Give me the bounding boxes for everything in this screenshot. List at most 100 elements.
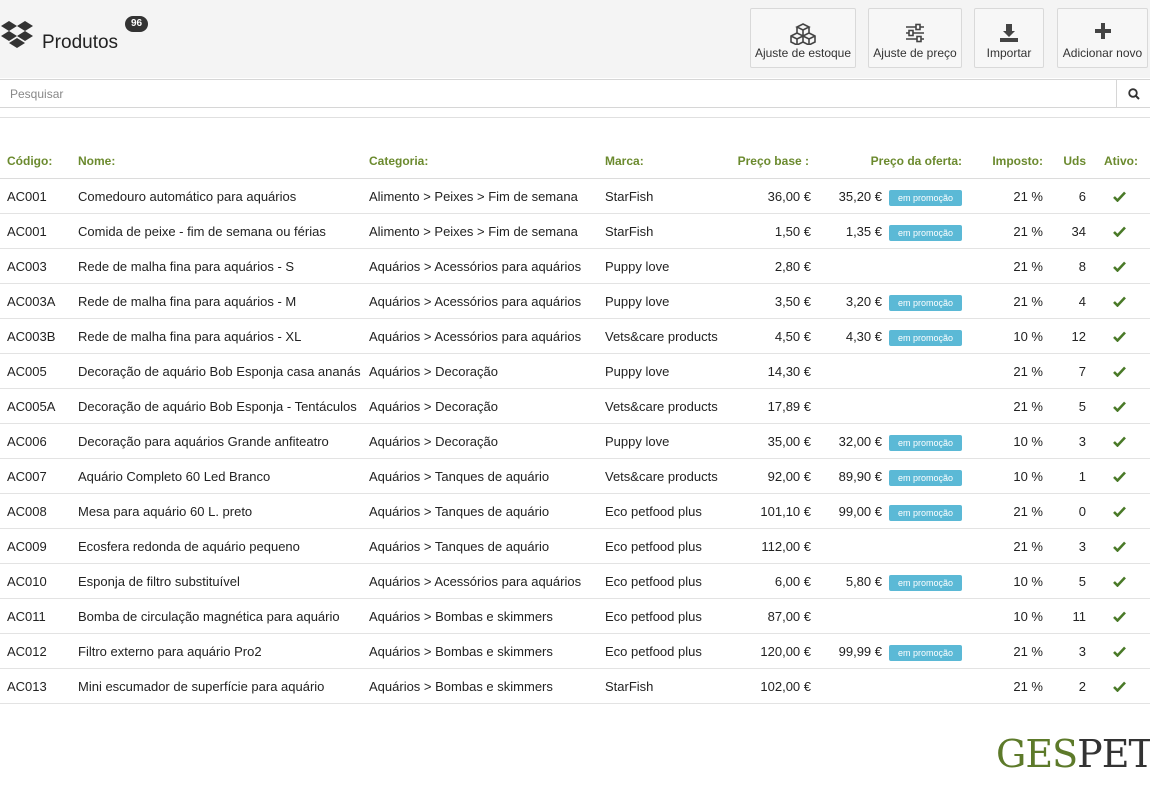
- col-active[interactable]: Ativo:: [1104, 154, 1138, 168]
- col-units[interactable]: Uds: [1063, 154, 1086, 168]
- cell-category: Aquários > Acessórios para aquários: [369, 329, 582, 344]
- cell-base-price: 92,00 €: [767, 469, 811, 484]
- check-icon[interactable]: [1113, 296, 1126, 307]
- cell-base-price: 2,80 €: [774, 259, 811, 274]
- check-icon[interactable]: [1113, 331, 1126, 342]
- check-icon[interactable]: [1113, 226, 1126, 237]
- table-row[interactable]: AC008 Mesa para aquário 60 L. preto Aquári…: [0, 494, 1150, 529]
- cell-offer-price: 32,00 €: [838, 434, 882, 449]
- cell-category: Aquários > Bombas e skimmers: [369, 679, 553, 694]
- check-icon[interactable]: [1113, 436, 1126, 447]
- check-icon[interactable]: [1113, 646, 1126, 657]
- cell-code: AC013: [7, 679, 47, 694]
- cell-name: Aquário Completo 60 Led Branco: [78, 469, 271, 484]
- cell-name: Esponja de filtro substituível: [78, 574, 240, 589]
- cell-code: AC005A: [7, 399, 56, 414]
- cell-tax: 21 %: [1013, 504, 1043, 519]
- cell-tax: 21 %: [1013, 644, 1043, 659]
- cell-units: 5: [1078, 399, 1086, 414]
- stock-adjust-button[interactable]: Ajuste de estoque: [750, 8, 856, 68]
- cell-units: 2: [1078, 679, 1086, 694]
- cell-tax: 21 %: [1013, 539, 1043, 554]
- table-row[interactable]: AC001 Comida de peixe - fim de semana ou …: [0, 214, 1150, 249]
- cell-offer-price: 89,90 €: [838, 469, 882, 484]
- cell-tax: 21 %: [1013, 224, 1043, 239]
- cell-brand: Eco petfood plus: [605, 504, 702, 519]
- cell-name: Ecosfera redonda de aquário pequeno: [78, 539, 300, 554]
- table-row[interactable]: AC005 Decoração de aquário Bob Esponja ca…: [0, 354, 1150, 389]
- divider: [0, 117, 1150, 118]
- col-category[interactable]: Categoria:: [369, 154, 428, 168]
- cell-category: Aquários > Tanques de aquário: [369, 504, 550, 519]
- cell-tax: 21 %: [1013, 189, 1043, 204]
- table-row[interactable]: AC001 Comedouro automático para aquários A…: [0, 179, 1150, 214]
- cell-base-price: 102,00 €: [760, 679, 811, 694]
- cell-offer-price: 99,99 €: [838, 644, 882, 659]
- cell-units: 1: [1078, 469, 1086, 484]
- table-row[interactable]: AC011 Bomba de circulação magnética para …: [0, 599, 1150, 634]
- col-name[interactable]: Nome:: [78, 154, 115, 168]
- cell-brand: Eco petfood plus: [605, 609, 702, 624]
- table-row[interactable]: AC003A Rede de malha fina para aquários -…: [0, 284, 1150, 319]
- table-row[interactable]: AC006 Decoração para aquários Grande anfi…: [0, 424, 1150, 459]
- price-adjust-button[interactable]: Ajuste de preço: [868, 8, 962, 68]
- cell-category: Aquários > Decoração: [369, 399, 498, 414]
- search-button[interactable]: [1116, 80, 1150, 107]
- import-button[interactable]: Importar: [974, 8, 1044, 68]
- cell-category: Aquários > Bombas e skimmers: [369, 609, 553, 624]
- cell-base-price: 120,00 €: [760, 644, 811, 659]
- cell-units: 4: [1078, 294, 1086, 309]
- check-icon[interactable]: [1113, 681, 1126, 692]
- download-icon: [1000, 24, 1018, 42]
- cell-tax: 10 %: [1013, 329, 1043, 344]
- products-table: Código: Nome: Categoria: Marca: Preço ba…: [0, 144, 1150, 704]
- cell-tax: 10 %: [1013, 469, 1043, 484]
- table-row[interactable]: AC003B Rede de malha fina para aquários -…: [0, 319, 1150, 354]
- table-row[interactable]: AC012 Filtro externo para aquário Pro2 Aqu…: [0, 634, 1150, 669]
- cell-brand: Eco petfood plus: [605, 574, 702, 589]
- cell-offer-price: 4,30 €: [845, 329, 882, 344]
- cell-name: Rede de malha fina para aquários - XL: [78, 329, 302, 344]
- table-row[interactable]: AC005A Decoração de aquário Bob Esponja -…: [0, 389, 1150, 424]
- cell-tax: 21 %: [1013, 679, 1043, 694]
- cell-brand: Vets&care products: [605, 469, 718, 484]
- cell-brand: StarFish: [605, 679, 654, 694]
- table-row[interactable]: AC009 Ecosfera redonda de aquário pequeno…: [0, 529, 1150, 564]
- cell-units: 34: [1071, 224, 1086, 239]
- logo-part-ges: GES: [996, 732, 1078, 776]
- check-icon[interactable]: [1113, 191, 1126, 202]
- cell-units: 3: [1078, 434, 1086, 449]
- table-row[interactable]: AC010 Esponja de filtro substituível Aquár…: [0, 564, 1150, 599]
- check-icon[interactable]: [1113, 471, 1126, 482]
- cell-offer-price: 99,00 €: [838, 504, 882, 519]
- col-code[interactable]: Código:: [7, 154, 52, 168]
- cell-units: 3: [1078, 539, 1086, 554]
- table-row[interactable]: AC013 Mini escumador de superfície para a…: [0, 669, 1150, 704]
- search-input[interactable]: [0, 80, 1116, 107]
- check-icon[interactable]: [1113, 261, 1126, 272]
- stock-adjust-label: Ajuste de estoque: [754, 46, 852, 60]
- check-icon[interactable]: [1113, 366, 1126, 377]
- dropbox-logo-icon: [1, 21, 33, 48]
- check-icon[interactable]: [1113, 541, 1126, 552]
- logo-part-pet: PET: [1077, 732, 1150, 776]
- cell-name: Decoração de aquário Bob Esponja casa an…: [78, 364, 361, 379]
- sliders-icon: [906, 23, 924, 43]
- col-brand[interactable]: Marca:: [605, 154, 644, 168]
- table-row[interactable]: AC003 Rede de malha fina para aquários - …: [0, 249, 1150, 284]
- cell-brand: StarFish: [605, 224, 654, 239]
- col-offer-price[interactable]: Preço da oferta:: [871, 154, 962, 168]
- add-new-button[interactable]: Adicionar novo: [1057, 8, 1148, 68]
- cell-name: Filtro externo para aquário Pro2: [78, 644, 262, 659]
- check-icon[interactable]: [1113, 401, 1126, 412]
- check-icon[interactable]: [1113, 611, 1126, 622]
- col-base-price[interactable]: Preço base :: [738, 154, 809, 168]
- col-tax[interactable]: Imposto:: [992, 154, 1043, 168]
- cell-category: Aquários > Decoração: [369, 434, 498, 449]
- check-icon[interactable]: [1113, 506, 1126, 517]
- table-row[interactable]: AC007 Aquário Completo 60 Led Branco Aquár…: [0, 459, 1150, 494]
- cell-tax: 10 %: [1013, 434, 1043, 449]
- cell-base-price: 6,00 €: [774, 574, 811, 589]
- cell-code: AC007: [7, 469, 47, 484]
- check-icon[interactable]: [1113, 576, 1126, 587]
